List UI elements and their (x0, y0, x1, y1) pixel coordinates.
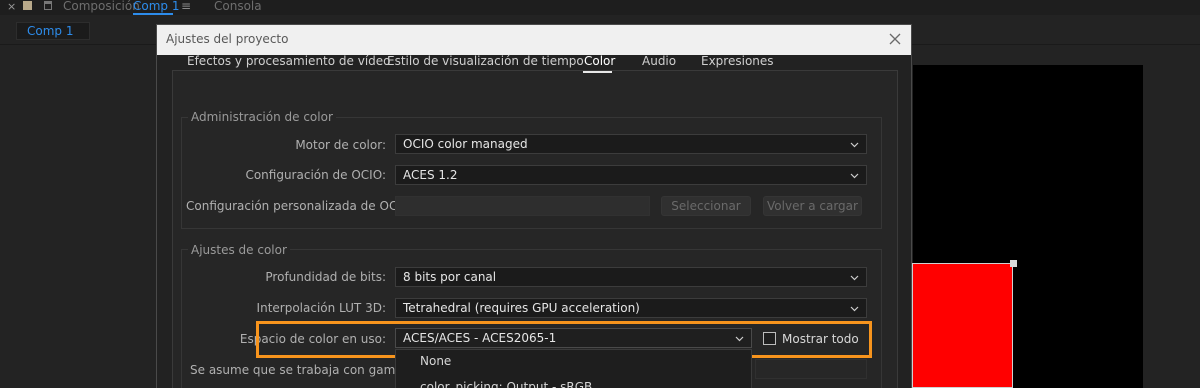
active-tab-underline (583, 71, 612, 73)
lut-interpolation-label: Interpolación LUT 3D: (256, 301, 386, 315)
bit-depth-label: Profundidad de bits: (265, 270, 386, 284)
panel-menu-icon[interactable]: ≡ (181, 0, 191, 12)
bit-depth-value: 8 bits por canal (403, 270, 497, 284)
color-management-title: Administración de color (188, 110, 336, 124)
dialog-title: Ajustes del proyecto (157, 25, 911, 55)
working-space-dropdown-list: None color_picking: Output - sRGB (395, 349, 752, 388)
dropdown-item-color-picking[interactable]: color_picking: Output - sRGB (420, 380, 592, 388)
ocio-config-select[interactable]: ACES 1.2 (395, 165, 867, 185)
reload-button[interactable]: Volver a cargar (763, 196, 862, 216)
custom-ocio-path-field[interactable] (395, 196, 650, 216)
color-engine-label: Motor de color: (295, 138, 386, 152)
chevron-down-icon (850, 275, 859, 281)
color-settings-title: Ajustes de color (188, 243, 290, 257)
select-button[interactable]: Seleccionar (661, 196, 751, 216)
ocio-config-value: ACES 1.2 (403, 168, 458, 182)
assume-gamma-label: Se asume que se trabaja con gama: (190, 363, 407, 377)
color-engine-value: OCIO color managed (403, 137, 528, 151)
tab-time-display-style[interactable]: Estilo de visualización de tiempo (387, 53, 584, 69)
tab-audio[interactable]: Audio (642, 53, 676, 69)
tab-expressions[interactable]: Expresiones (701, 53, 774, 69)
dropdown-item-none[interactable]: None (420, 354, 451, 368)
layer-transform-handle[interactable] (1010, 260, 1017, 267)
gamma-select[interactable] (755, 359, 867, 379)
lock-icon[interactable] (44, 1, 52, 10)
custom-ocio-config-label: Configuración personalizada de OCIO: (186, 199, 415, 213)
lut-interpolation-value: Tetrahedral (requires GPU acceleration) (403, 301, 640, 315)
red-solid-layer[interactable] (912, 263, 1013, 388)
ocio-config-label: Configuración de OCIO: (245, 168, 386, 182)
tab-console[interactable]: Consola (214, 0, 262, 13)
chevron-down-icon (850, 142, 859, 148)
comp-chip-button[interactable]: Comp 1 (16, 22, 90, 40)
close-icon[interactable] (887, 31, 903, 47)
color-engine-select[interactable]: OCIO color managed (395, 134, 867, 154)
composition-color-swatch-icon (23, 1, 32, 10)
tab-composition[interactable]: Composición (63, 0, 140, 13)
tab-effects-video-rendering[interactable]: Efectos y procesamiento de vídeo (187, 53, 391, 69)
lut-interpolation-select[interactable]: Tetrahedral (requires GPU acceleration) (395, 298, 867, 318)
panel-tab-bar: × Composición Comp 1 ≡ Consola (0, 0, 1200, 15)
tab-color[interactable]: Color (584, 53, 615, 69)
close-panel-icon[interactable]: × (7, 0, 16, 13)
tab-comp-1[interactable]: Comp 1 (133, 0, 179, 13)
chevron-down-icon (850, 173, 859, 179)
chevron-down-icon (850, 306, 859, 312)
bit-depth-select[interactable]: 8 bits por canal (395, 267, 867, 287)
